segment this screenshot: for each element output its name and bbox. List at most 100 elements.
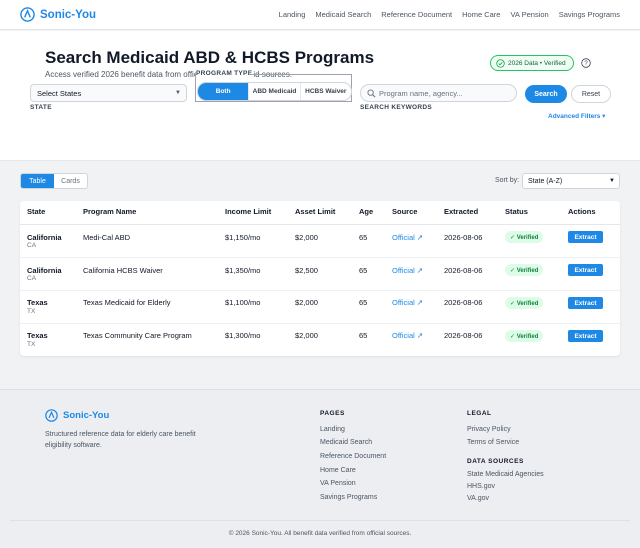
sonic-logo-icon	[20, 7, 35, 22]
status-badge: ✓ Verified	[505, 231, 544, 243]
row-source-link[interactable]: Official ↗	[392, 266, 423, 275]
col-header-status: Status	[505, 207, 528, 216]
footer-link-va-pension[interactable]: VA Pension	[320, 480, 356, 487]
row-extracted: 2026-08-06	[444, 331, 483, 340]
footer-link-landing[interactable]: Landing	[320, 426, 345, 433]
reset-button[interactable]: Reset	[571, 85, 611, 103]
chevron-down-icon: ▼	[609, 178, 615, 184]
footer-link-va[interactable]: VA.gov	[467, 495, 489, 502]
row-asset: $2,500	[295, 266, 318, 275]
row-state: California	[27, 266, 62, 275]
search-icon	[367, 89, 376, 98]
row-divider	[20, 257, 620, 258]
chevron-down-icon: ▼	[175, 90, 181, 96]
row-extracted: 2026-08-06	[444, 266, 483, 275]
col-header-source: Source	[392, 207, 418, 216]
row-state-abbr: CA	[27, 275, 37, 282]
row-program: Medi-Cal ABD	[83, 233, 131, 242]
view-toggle: Table Cards	[20, 173, 88, 189]
footer-copyright: © 2026 Sonic-You. All benefit data verif…	[228, 530, 412, 537]
page-title: Search Medicaid ABD & HCBS Programs	[45, 48, 375, 67]
program-type-abd[interactable]: ABD Medicaid	[248, 83, 299, 100]
extract-button[interactable]: Extract	[568, 264, 603, 276]
nav-link-home-care[interactable]: Home Care	[462, 10, 500, 19]
nav-link-medicaid-search[interactable]: Medicaid Search	[315, 10, 371, 19]
state-select-value: Select States	[37, 89, 82, 98]
keywords-input[interactable]: Program name, agency...	[360, 84, 517, 102]
nav-links: Landing Medicaid Search Reference Docume…	[279, 10, 620, 19]
row-income: $1,100/mo	[225, 298, 261, 307]
nav-link-savings-programs[interactable]: Savings Programs	[559, 10, 620, 19]
extract-button[interactable]: Extract	[568, 330, 603, 342]
extract-button[interactable]: Extract	[568, 231, 603, 243]
help-icon[interactable]: ?	[581, 58, 591, 68]
program-type-hcbs[interactable]: HCBS Waiver	[299, 83, 351, 100]
program-type-label: PROGRAM TYPE	[196, 70, 255, 77]
footer-link-terms[interactable]: Terms of Service	[467, 439, 519, 446]
row-asset: $2,000	[295, 298, 318, 307]
footer-brand[interactable]: Sonic-You	[45, 409, 109, 422]
row-asset: $2,000	[295, 331, 318, 340]
extract-button[interactable]: Extract	[568, 297, 603, 309]
footer-divider	[10, 520, 630, 521]
badge-text: 2026 Data • Verified	[508, 59, 566, 67]
row-divider	[20, 290, 620, 291]
sort-label: Sort by:	[495, 177, 520, 184]
row-source-link[interactable]: Official ↗	[392, 298, 423, 307]
row-state: California	[27, 233, 62, 242]
status-badge: ✓ Verified	[505, 330, 544, 342]
footer-brand-name: Sonic-You	[63, 410, 110, 421]
footer-description: Structured reference data for elderly ca…	[45, 431, 196, 449]
row-state: Texas	[27, 298, 48, 307]
row-program: California HCBS Waiver	[83, 266, 163, 275]
sort-select[interactable]: State (A-Z) ▼	[522, 173, 620, 189]
row-income: $1,300/mo	[225, 331, 261, 340]
col-header-age: Age	[359, 207, 374, 216]
row-extracted: 2026-08-06	[444, 298, 483, 307]
table-header-divider	[20, 224, 620, 225]
col-header-income: Income Limit	[225, 207, 272, 216]
footer-sources-heading: DATA SOURCES	[467, 458, 524, 465]
footer-link-hhs[interactable]: HHS.gov	[467, 483, 495, 490]
search-button[interactable]: Search	[525, 85, 567, 103]
view-table-tab[interactable]: Table	[21, 174, 54, 188]
footer-link-privacy[interactable]: Privacy Policy	[467, 426, 511, 433]
row-state-abbr: TX	[27, 341, 36, 348]
advanced-filters-link[interactable]: Advanced Filters ▾	[548, 112, 605, 120]
row-divider	[20, 323, 620, 324]
status-badge: ✓ Verified	[505, 297, 544, 309]
footer-legal-heading: LEGAL	[467, 410, 492, 417]
row-income: $1,350/mo	[225, 266, 261, 275]
program-type-both[interactable]: Both	[198, 83, 249, 100]
top-navbar: Sonic-You Landing Medicaid Search Refere…	[0, 0, 640, 30]
row-state: Texas	[27, 331, 48, 340]
row-age: 65	[359, 331, 368, 340]
footer-link-reference-document[interactable]: Reference Document	[320, 453, 386, 460]
data-verified-badge: 2026 Data • Verified	[490, 55, 574, 71]
footer-link-home-care[interactable]: Home Care	[320, 467, 356, 474]
footer-link-medicaid-search[interactable]: Medicaid Search	[320, 439, 372, 446]
brand-name: Sonic-You	[40, 8, 97, 21]
row-age: 65	[359, 266, 368, 275]
row-program: Texas Community Care Program	[83, 331, 192, 340]
nav-link-landing[interactable]: Landing	[279, 10, 306, 19]
status-badge: ✓ Verified	[505, 264, 544, 276]
row-income: $1,150/mo	[225, 233, 261, 242]
brand[interactable]: Sonic-You	[20, 7, 96, 22]
col-header-asset: Asset Limit	[295, 207, 336, 216]
row-age: 65	[359, 233, 368, 242]
row-extracted: 2026-08-06	[444, 233, 483, 242]
sonic-logo-icon	[45, 409, 58, 422]
col-header-program: Program Name	[83, 207, 137, 216]
footer-link-savings-programs[interactable]: Savings Programs	[320, 494, 377, 501]
footer-pages-heading: PAGES	[320, 410, 345, 417]
nav-link-va-pension[interactable]: VA Pension	[510, 10, 548, 19]
row-age: 65	[359, 298, 368, 307]
footer-link-state-medicaid[interactable]: State Medicaid Agencies	[467, 471, 544, 478]
row-source-link[interactable]: Official ↗	[392, 233, 423, 242]
row-source-link[interactable]: Official ↗	[392, 331, 423, 340]
site-footer: Sonic-You Structured reference data for …	[0, 389, 640, 548]
nav-link-reference-document[interactable]: Reference Document	[381, 10, 452, 19]
view-cards-tab[interactable]: Cards	[54, 174, 87, 188]
state-select[interactable]: Select States ▼	[30, 84, 187, 102]
